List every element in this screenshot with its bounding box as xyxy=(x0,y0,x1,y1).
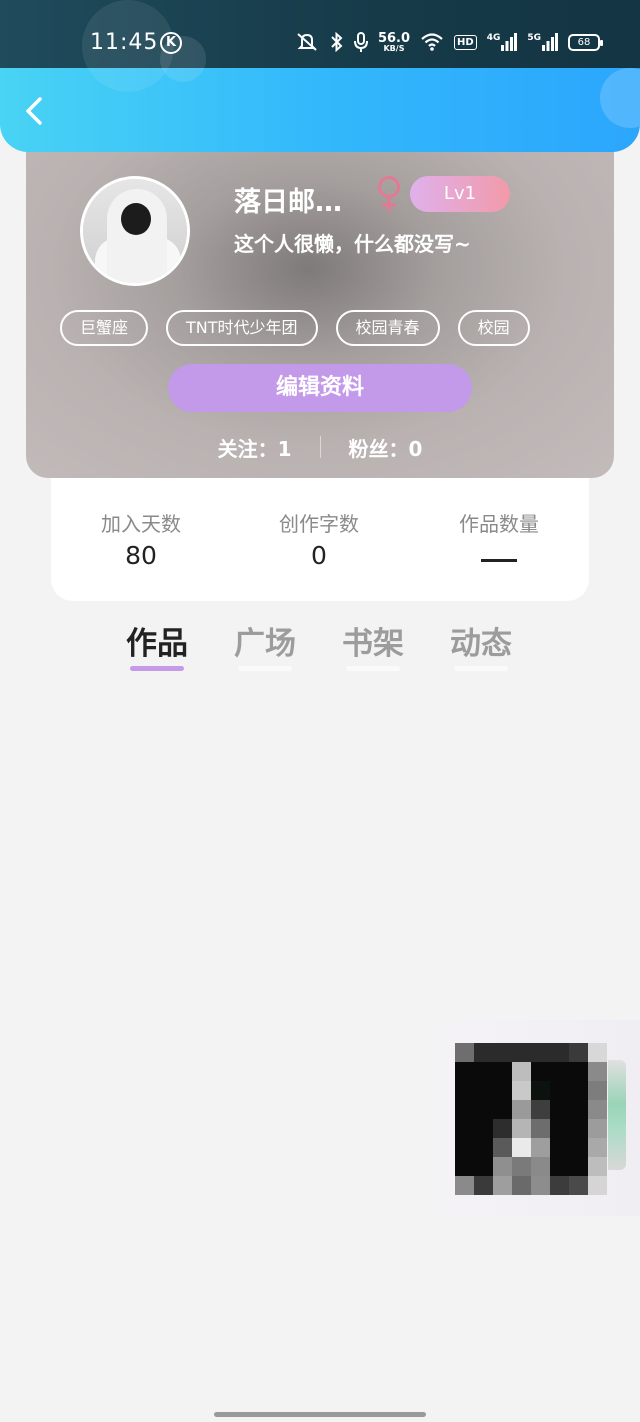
following-count: 1 xyxy=(277,436,292,461)
tab-label: 广场 xyxy=(234,626,296,662)
stat-label: 作品数量 xyxy=(459,512,539,536)
bluetooth-icon xyxy=(330,32,344,52)
tab-underline xyxy=(454,666,508,671)
chevron-left-icon xyxy=(26,97,42,125)
signal-5g-label: 5G xyxy=(527,33,541,43)
level-badge: Lv1 xyxy=(410,176,510,212)
tab-label: 作品 xyxy=(126,626,188,662)
tag-item[interactable]: 巨蟹座 xyxy=(60,310,149,346)
tab-label: 动态 xyxy=(450,626,512,662)
microphone-icon xyxy=(353,31,368,53)
followers-label: 粉丝： xyxy=(348,436,409,461)
stat-word-count: 创作字数 0 xyxy=(229,508,409,570)
mute-icon xyxy=(294,32,320,52)
network-speed: 56.0 KB/S xyxy=(378,32,410,53)
tag-item[interactable]: 校园青春 xyxy=(335,310,440,346)
stat-value: 0 xyxy=(311,541,327,570)
status-icons: 56.0 KB/S HD 4G 5G 68 xyxy=(294,28,603,56)
hd-voice-icon: HD xyxy=(454,34,477,50)
female-icon xyxy=(374,174,404,214)
following-label: 关注： xyxy=(217,436,278,461)
tab-bar: 作品 广场 书架 动态 xyxy=(108,616,540,680)
stat-value: 80 xyxy=(125,541,157,570)
tab-square[interactable]: 广场 xyxy=(216,616,324,680)
tab-underline xyxy=(346,666,400,671)
status-time: 11:45 xyxy=(90,30,159,55)
status-bar: 11:45 K 56.0 KB/S HD 4G 5G 68 xyxy=(0,0,640,92)
floating-window-thumbnail[interactable] xyxy=(455,1043,607,1195)
tab-activity[interactable]: 动态 xyxy=(432,616,540,680)
avatar[interactable] xyxy=(80,176,190,286)
floating-window-edge xyxy=(608,1060,626,1170)
signal-4g-icon: 4G xyxy=(487,33,518,51)
battery-icon: 68 xyxy=(568,33,603,51)
network-speed-value: 56.0 xyxy=(377,30,411,46)
stat-label: 加入天数 xyxy=(101,512,181,536)
tab-works[interactable]: 作品 xyxy=(108,616,216,680)
tag-item[interactable]: TNT时代少年团 xyxy=(166,310,318,346)
k-app-icon: K xyxy=(160,32,182,54)
signal-4g-label: 4G xyxy=(486,33,501,43)
wifi-icon xyxy=(420,32,444,52)
bio-text: 这个人很懒，什么都没写~ xyxy=(234,232,471,256)
edit-profile-button[interactable]: 编辑资料 xyxy=(168,364,472,412)
tab-bookshelf[interactable]: 书架 xyxy=(324,616,432,680)
divider xyxy=(319,436,321,458)
tag-item[interactable]: 校园 xyxy=(457,310,530,346)
followers-count: 0 xyxy=(408,436,423,461)
header-bar xyxy=(0,68,640,152)
back-button[interactable] xyxy=(18,94,52,128)
tag-list: 巨蟹座 TNT时代少年团 校园青春 校园 xyxy=(60,310,530,346)
tab-underline xyxy=(238,666,292,671)
stats-card: 加入天数 80 创作字数 0 作品数量 -- xyxy=(51,470,589,601)
empty-value-dash xyxy=(481,559,517,562)
stat-joined-days: 加入天数 80 xyxy=(51,508,231,570)
stat-label: 创作字数 xyxy=(279,512,359,536)
tab-underline xyxy=(130,666,184,671)
network-speed-unit: KB/S xyxy=(383,43,405,53)
header-decoration xyxy=(600,68,640,128)
username: 落日邮… xyxy=(234,187,342,218)
stat-works-count: 作品数量 -- xyxy=(409,508,589,566)
follow-stats: 关注：1 粉丝：0 xyxy=(26,432,614,462)
signal-5g-icon: 5G xyxy=(527,33,558,51)
followers-link[interactable]: 粉丝：0 xyxy=(349,433,423,462)
profile-card: 落日邮… Lv1 这个人很懒，什么都没写~ 巨蟹座 TNT时代少年团 校园青春 … xyxy=(26,130,614,478)
tab-label: 书架 xyxy=(342,626,404,662)
home-indicator[interactable] xyxy=(214,1412,426,1417)
following-link[interactable]: 关注：1 xyxy=(218,433,292,462)
